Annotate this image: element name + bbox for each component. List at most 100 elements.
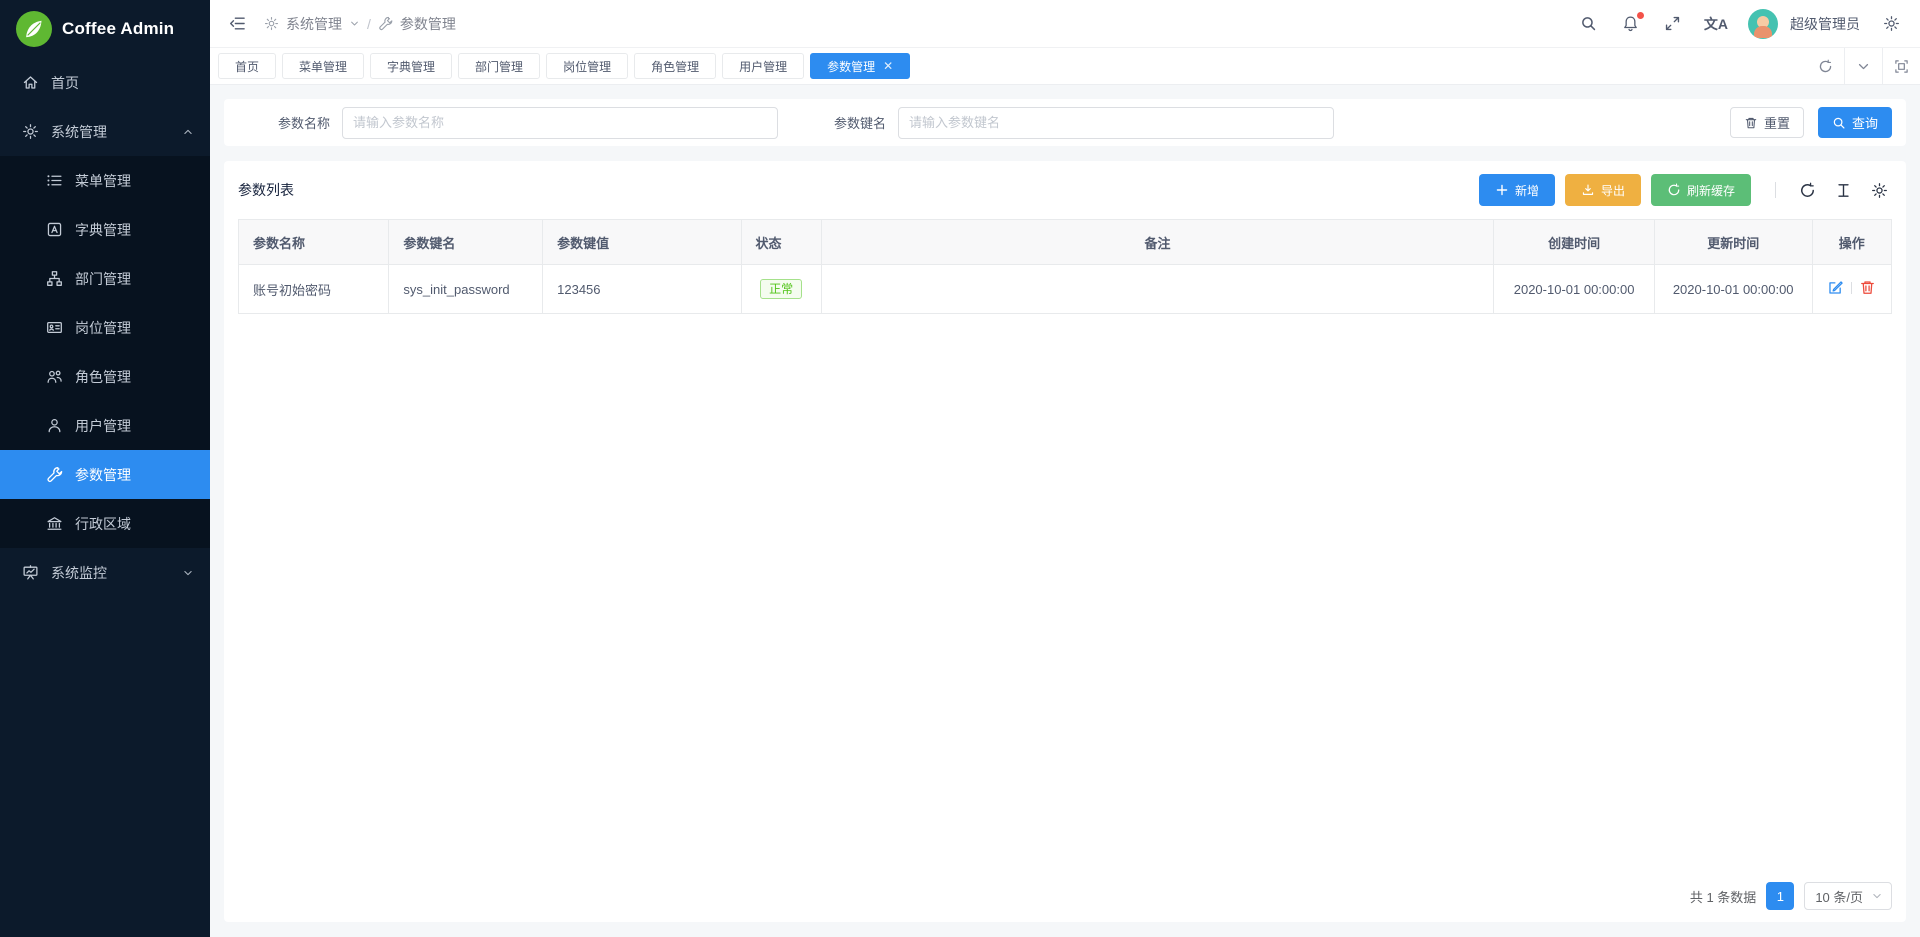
trash-icon [1744, 116, 1758, 130]
search-icon [1832, 116, 1846, 130]
refresh-tab-button[interactable] [1806, 48, 1844, 84]
param-name-label: 参数名称 [278, 113, 330, 132]
sidebar-item-param-mgmt[interactable]: 参数管理 [0, 450, 210, 499]
sidebar-submenu: 菜单管理 字典管理 部门管理 岗位管理 角色管理 [0, 156, 210, 548]
leaf-logo-icon [16, 11, 52, 47]
refresh-table-button[interactable] [1794, 177, 1820, 203]
search-button[interactable] [1578, 13, 1600, 35]
page-number-button[interactable]: 1 [1766, 882, 1794, 910]
table-row: 账号初始密码 sys_init_password 123456 正常 2020-… [239, 265, 1892, 314]
col-actions: 操作 [1812, 220, 1891, 265]
sidebar-item-label: 行政区域 [75, 514, 131, 534]
sidebar-item-post-mgmt[interactable]: 岗位管理 [0, 303, 210, 352]
sidebar-item-dept-mgmt[interactable]: 部门管理 [0, 254, 210, 303]
export-button[interactable]: 导出 [1565, 174, 1641, 206]
reset-label: 重置 [1764, 113, 1790, 132]
tab-post-mgmt[interactable]: 岗位管理 [546, 53, 628, 79]
col-param-value: 参数键值 [543, 220, 741, 265]
text-height-icon [1835, 182, 1852, 199]
card-actions: 新增 导出 刷新缓存 [1479, 174, 1892, 206]
sidebar: Coffee Admin 首页 系统管理 菜单管理 字典管理 [0, 0, 210, 937]
sidebar-item-system-mgmt[interactable]: 系统管理 [0, 107, 210, 156]
user-icon [46, 417, 63, 434]
sidebar-item-role-mgmt[interactable]: 角色管理 [0, 352, 210, 401]
tab-bar: 首页 菜单管理 字典管理 部门管理 岗位管理 角色管理 用户管理 参数管理 ✕ [210, 48, 1920, 85]
param-list-card: 参数列表 新增 导出 刷新缓存 [224, 161, 1906, 922]
sidebar-item-label: 用户管理 [75, 416, 131, 436]
id-card-icon [46, 319, 63, 336]
sidebar-item-dict-mgmt[interactable]: 字典管理 [0, 205, 210, 254]
translate-button[interactable]: 文A [1704, 14, 1728, 34]
plus-icon [1495, 183, 1509, 197]
collapse-sidebar-button[interactable] [226, 13, 248, 35]
chevron-down-icon [349, 18, 360, 29]
row-density-button[interactable] [1830, 177, 1856, 203]
cell-created: 2020-10-01 00:00:00 [1494, 265, 1654, 314]
gear-icon [1883, 15, 1900, 32]
column-settings-button[interactable] [1866, 177, 1892, 203]
settings-button[interactable] [1880, 13, 1902, 35]
refresh-cache-button[interactable]: 刷新缓存 [1651, 174, 1751, 206]
tab-dict-mgmt[interactable]: 字典管理 [370, 53, 452, 79]
cell-param-key: sys_init_password [389, 265, 543, 314]
reset-button[interactable]: 重置 [1730, 107, 1804, 138]
user-name[interactable]: 超级管理员 [1790, 14, 1860, 34]
roles-icon [46, 368, 63, 385]
tab-home[interactable]: 首页 [218, 53, 276, 79]
param-key-input[interactable] [898, 107, 1334, 139]
export-label: 导出 [1601, 182, 1625, 199]
avatar[interactable] [1748, 9, 1778, 39]
wrench-icon [378, 16, 393, 31]
search-form-card: 参数名称 参数键名 重置 查询 [224, 99, 1906, 146]
logo[interactable]: Coffee Admin [0, 0, 210, 58]
refresh-cache-label: 刷新缓存 [1687, 182, 1735, 199]
sidebar-item-label: 字典管理 [75, 220, 131, 240]
content: 参数名称 参数键名 重置 查询 [210, 85, 1920, 937]
tab-param-mgmt[interactable]: 参数管理 ✕ [810, 53, 910, 79]
search-icon [1580, 15, 1597, 32]
delete-row-button[interactable] [1859, 279, 1876, 296]
sidebar-item-label: 角色管理 [75, 367, 131, 387]
fullscreen-button[interactable] [1662, 13, 1684, 35]
notification-badge [1637, 12, 1644, 19]
col-status: 状态 [741, 220, 821, 265]
sidebar-item-label: 岗位管理 [75, 318, 131, 338]
tab-label: 参数管理 [827, 58, 875, 75]
sidebar-menu: 首页 系统管理 菜单管理 字典管理 部门管理 [0, 58, 210, 937]
cell-status: 正常 [741, 265, 821, 314]
sidebar-item-label: 部门管理 [75, 269, 131, 289]
tab-role-mgmt[interactable]: 角色管理 [634, 53, 716, 79]
sidebar-item-menu-mgmt[interactable]: 菜单管理 [0, 156, 210, 205]
cell-remark [821, 265, 1494, 314]
tab-user-mgmt[interactable]: 用户管理 [722, 53, 804, 79]
col-created: 创建时间 [1494, 220, 1654, 265]
card-header: 参数列表 新增 导出 刷新缓存 [238, 174, 1892, 206]
sidebar-item-admin-region[interactable]: 行政区域 [0, 499, 210, 548]
org-chart-icon [46, 270, 63, 287]
sidebar-item-home[interactable]: 首页 [0, 58, 210, 107]
notifications-button[interactable] [1620, 13, 1642, 35]
sidebar-item-label: 参数管理 [75, 465, 131, 485]
sidebar-item-user-mgmt[interactable]: 用户管理 [0, 401, 210, 450]
tab-options-button[interactable] [1844, 48, 1882, 84]
app-title: Coffee Admin [62, 19, 174, 39]
sidebar-item-system-monitor[interactable]: 系统监控 [0, 548, 210, 597]
edit-row-button[interactable] [1827, 279, 1844, 296]
chevron-down-icon [1871, 890, 1883, 902]
tab-dept-mgmt[interactable]: 部门管理 [458, 53, 540, 79]
col-remark: 备注 [821, 220, 1494, 265]
query-button[interactable]: 查询 [1818, 107, 1892, 138]
add-button[interactable]: 新增 [1479, 174, 1555, 206]
maximize-content-button[interactable] [1882, 48, 1920, 84]
breadcrumb-level1[interactable]: 系统管理 [286, 14, 342, 34]
page-size-select[interactable]: 10 条/页 [1804, 882, 1892, 910]
close-icon[interactable]: ✕ [883, 60, 893, 72]
sidebar-item-label: 首页 [51, 73, 79, 93]
param-name-input[interactable] [342, 107, 778, 139]
gear-icon [1871, 182, 1888, 199]
refresh-icon [1799, 182, 1816, 199]
expand-icon [1664, 15, 1681, 32]
breadcrumb: 系统管理 / 参数管理 [264, 14, 456, 34]
tab-menu-mgmt[interactable]: 菜单管理 [282, 53, 364, 79]
breadcrumb-level2: 参数管理 [400, 14, 456, 34]
